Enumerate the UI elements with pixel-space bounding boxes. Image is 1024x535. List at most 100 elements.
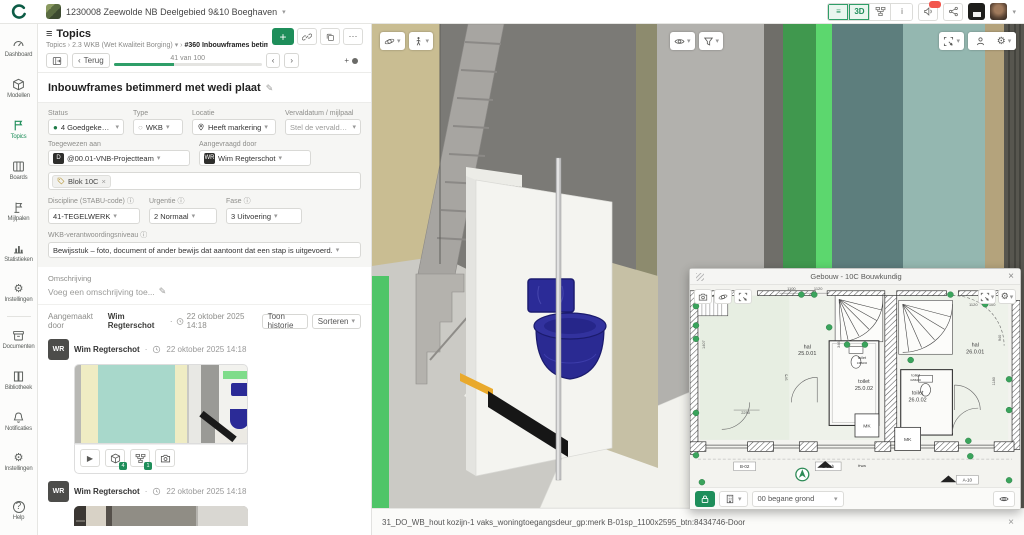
components-button[interactable]: 1 xyxy=(130,449,152,470)
collapse-panel-button[interactable] xyxy=(46,53,68,68)
gear-icon: ⚙ xyxy=(996,35,1006,47)
chevron-down-icon[interactable]: ▾ xyxy=(175,42,179,49)
aangevraagd-select[interactable]: WR Wim Regterschot ▾ xyxy=(199,150,311,166)
wkb-niveau-select[interactable]: Bewijsstuk – foto, document of ander bew… xyxy=(48,242,361,258)
svg-text:25.0.02: 25.0.02 xyxy=(855,386,873,392)
discipline-select[interactable]: 41-TEGELWERK ▾ xyxy=(48,208,140,224)
tag-chip[interactable]: Blok 10C × xyxy=(52,174,111,188)
compass-marker[interactable] xyxy=(795,467,810,482)
sidebar-item-instellingen[interactable]: ⚙ Instellingen xyxy=(0,273,38,314)
remove-tag-icon[interactable]: × xyxy=(101,177,105,186)
sidebar-item-help[interactable]: ? Help xyxy=(0,490,38,531)
user-avatar[interactable] xyxy=(990,3,1008,20)
crumb-group[interactable]: 2.3 WKB (Wet Kwaliteit Borging) xyxy=(72,42,173,49)
visibility-button[interactable]: ▾ xyxy=(670,32,695,50)
sidebar-item-boards[interactable]: Boards xyxy=(0,150,38,191)
sorteren-button[interactable]: Sorteren ▾ xyxy=(311,313,361,329)
sidebar-item-topics[interactable]: Topics xyxy=(0,109,38,150)
next-topic-button[interactable]: › xyxy=(284,53,300,68)
toon-historie-button[interactable]: Toon historie xyxy=(261,312,308,330)
avatar-view-button[interactable] xyxy=(968,32,992,50)
sidebar-item-bibliotheek[interactable]: Bibliotheek xyxy=(0,360,38,401)
filter-button[interactable]: ▾ xyxy=(698,32,724,50)
site-photo[interactable] xyxy=(74,506,248,526)
list-view-button[interactable]: ≡ xyxy=(828,3,850,20)
sidebar-item-dashboard[interactable]: Dashboard xyxy=(0,27,38,68)
plan-snapshot-button[interactable] xyxy=(694,289,712,304)
organization-logo[interactable] xyxy=(968,3,986,20)
progress-label: 41 van 100 xyxy=(170,55,206,62)
edit-title-icon[interactable]: ✎ xyxy=(266,83,274,94)
resize-handle[interactable] xyxy=(696,272,704,281)
info-icon: i xyxy=(901,7,903,16)
fase-select[interactable]: 3 Uitvoering ▾ xyxy=(226,208,302,224)
sidebar-item-mijlpalen[interactable]: Mijlpalen xyxy=(0,191,38,232)
link-icon xyxy=(302,32,312,42)
walk-mode-button[interactable]: ▾ xyxy=(408,32,434,50)
topic-title: Inbouwframes betimmerd met wedi plaat xyxy=(48,82,261,94)
select-area-button[interactable]: ▾ xyxy=(939,32,964,50)
model-count-badge: 4 xyxy=(119,462,127,470)
crumb-root[interactable]: Topics xyxy=(46,42,66,49)
requester-avatar: WR xyxy=(204,152,215,164)
close-icon[interactable]: × xyxy=(1008,271,1014,282)
plan-visibility-button[interactable] xyxy=(993,490,1015,507)
project-selector[interactable]: 1230008 Zeewolde NB Deelgebied 9&10 Boeg… xyxy=(46,4,286,19)
floorplan-footer: ▾ 00 begane grond ▾ xyxy=(690,487,1020,509)
viewpoint-snapshot[interactable] xyxy=(74,364,248,444)
svg-text:940: 940 xyxy=(997,334,1002,341)
app-logo[interactable] xyxy=(0,0,38,23)
prev-topic-button[interactable]: ‹ xyxy=(265,53,281,68)
locatie-select[interactable]: Heeft markering ▾ xyxy=(192,119,276,135)
play-viewpoint-button[interactable]: ▶ xyxy=(80,449,100,467)
topics-menu-icon[interactable]: ≡ xyxy=(46,28,52,40)
plan-orbit-button[interactable] xyxy=(714,289,732,304)
orbit-mode-button[interactable]: ▾ xyxy=(380,32,405,50)
urgentie-select[interactable]: 2 Normaal ▾ xyxy=(149,208,217,224)
back-button[interactable]: ‹ Terug xyxy=(72,53,110,68)
add-follower-button[interactable]: + xyxy=(339,53,363,68)
plan-fit-button[interactable] xyxy=(734,289,752,304)
sidebar-item-modellen[interactable]: Modellen xyxy=(0,68,38,109)
sidebar-item-statistieken[interactable]: Statistieken xyxy=(0,232,38,273)
lock-view-button[interactable] xyxy=(695,490,715,507)
more-button[interactable]: ⋯ xyxy=(343,28,363,45)
room-label: toilet xyxy=(858,379,870,385)
sidebar-item-instellingen-2[interactable]: ⚙ Instellingen xyxy=(0,442,38,483)
omschrijving-label: Omschrijving xyxy=(48,274,92,283)
duplicate-button[interactable] xyxy=(320,28,340,45)
snapshot-camera-button[interactable] xyxy=(155,449,175,467)
floorplan-title: Gebouw - 10C Bouwkundig xyxy=(810,272,902,281)
components-count-badge: 1 xyxy=(144,462,152,470)
close-icon[interactable]: × xyxy=(1008,517,1014,528)
copy-link-button[interactable] xyxy=(297,28,317,45)
account-chevron-icon[interactable]: ▾ xyxy=(1012,8,1016,16)
toegewezen-select[interactable]: D @00.01-VNB-Projectteam ▾ xyxy=(48,150,190,166)
chevron-down-icon: ▾ xyxy=(282,8,286,16)
plan-select-button[interactable]: ▾ xyxy=(978,289,996,304)
tree-view-button[interactable] xyxy=(870,3,892,20)
vervaldatum-select[interactable]: Stel de vervaldatum of mijlpaal in▾ xyxy=(285,119,361,135)
eye-icon xyxy=(999,494,1009,504)
floor-select[interactable]: 00 begane grond ▾ xyxy=(751,490,844,507)
tags-input[interactable]: Blok 10C × xyxy=(48,172,361,190)
3d-view-button[interactable]: 3D xyxy=(849,3,871,20)
sidebar-item-notificaties[interactable]: Notificaties xyxy=(0,401,38,442)
floorplan-canvas[interactable]: hal 25.0.01 toilet casco toilet 25.0.02 … xyxy=(690,285,1020,487)
floorplan-header[interactable]: Gebouw - 10C Bouwkundig × xyxy=(690,269,1020,285)
viewer-settings-button[interactable]: ⚙ ▾ xyxy=(992,32,1016,50)
sidebar-item-documenten[interactable]: Documenten xyxy=(0,319,38,360)
add-topic-button[interactable]: + xyxy=(272,28,294,45)
type-select[interactable]: ○ WKB ▾ xyxy=(133,119,183,135)
open-model-button[interactable]: 4 xyxy=(105,449,127,470)
announcements-button[interactable] xyxy=(918,0,942,21)
svg-text:2250: 2250 xyxy=(741,410,751,415)
plan-settings-button[interactable]: ⚙ ▾ xyxy=(998,289,1016,304)
omschrijving-placeholder[interactable]: Voeg een omschrijving toe... ✎ xyxy=(48,286,361,297)
collapse-icon xyxy=(52,56,62,66)
info-view-button[interactable]: i xyxy=(891,3,913,20)
building-select-button[interactable]: ▾ xyxy=(719,490,748,507)
status-select[interactable]: ● 4 Goedgekeurd ▾ xyxy=(48,119,124,135)
grid-label: B-02 xyxy=(740,464,750,469)
share-button[interactable] xyxy=(943,2,964,21)
